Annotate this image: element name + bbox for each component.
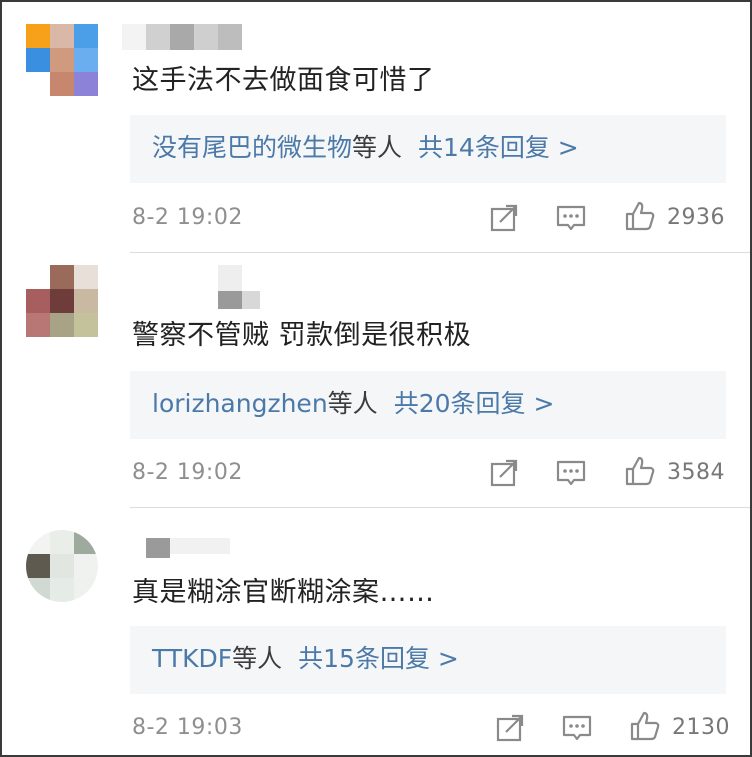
timestamp: 8-2 19:02: [132, 205, 243, 230]
comment-icon[interactable]: [555, 202, 587, 234]
comment-text: 这手法不去做面食可惜了: [132, 65, 435, 96]
replies-box[interactable]: TTKDF等人 共15条回复 >: [130, 626, 726, 694]
comment-text: 真是糊涂官断糊涂案……: [132, 577, 435, 608]
username-blurred[interactable]: [122, 530, 282, 558]
comment-icon[interactable]: [555, 457, 587, 489]
share-icon[interactable]: [488, 457, 520, 489]
avatar[interactable]: [26, 530, 98, 602]
share-icon[interactable]: [488, 202, 520, 234]
share-icon[interactable]: [494, 712, 526, 744]
reply-users-link[interactable]: TTKDF: [152, 644, 232, 673]
like-count: 2936: [667, 205, 725, 230]
reply-count-link[interactable]: 共15条回复 >: [298, 644, 459, 673]
username-blurred[interactable]: [122, 24, 282, 50]
reply-count-link[interactable]: 共20条回复 >: [394, 389, 555, 418]
comment-text: 警察不管贼 罚款倒是很积极: [132, 320, 472, 351]
avatar[interactable]: [26, 265, 98, 337]
thumbs-up-icon[interactable]: [629, 710, 661, 742]
like-count: 2130: [672, 715, 730, 740]
reply-users-link[interactable]: 没有尾巴的微生物: [152, 133, 352, 162]
like-count: 3584: [667, 460, 725, 485]
replies-box[interactable]: 没有尾巴的微生物等人 共14条回复 >: [130, 115, 726, 183]
comment-icon[interactable]: [561, 712, 593, 744]
comment-item: 真是糊涂官断糊涂案…… TTKDF等人 共15条回复 > 8-2 19:03 21…: [2, 508, 750, 757]
thumbs-up-icon[interactable]: [624, 455, 656, 487]
username-blurred[interactable]: [122, 265, 282, 309]
reply-users-suffix: 等人: [232, 644, 283, 673]
reply-users-suffix: 等人: [327, 389, 378, 418]
thumbs-up-icon[interactable]: [624, 200, 656, 232]
reply-users-link[interactable]: lorizhangzhen: [152, 389, 328, 418]
timestamp: 8-2 19:03: [132, 715, 243, 740]
reply-count-link[interactable]: 共14条回复 >: [418, 133, 579, 162]
comment-item: 这手法不去做面食可惜了 没有尾巴的微生物等人 共14条回复 > 8-2 19:02…: [2, 2, 750, 253]
avatar[interactable]: [26, 24, 98, 96]
comment-item: 警察不管贼 罚款倒是很积极 lorizhangzhen等人 共20条回复 > 8-…: [2, 253, 750, 508]
comment-list: 这手法不去做面食可惜了 没有尾巴的微生物等人 共14条回复 > 8-2 19:02…: [0, 0, 752, 757]
reply-users-suffix: 等人: [352, 133, 403, 162]
timestamp: 8-2 19:02: [132, 460, 243, 485]
replies-box[interactable]: lorizhangzhen等人 共20条回复 >: [130, 371, 726, 439]
